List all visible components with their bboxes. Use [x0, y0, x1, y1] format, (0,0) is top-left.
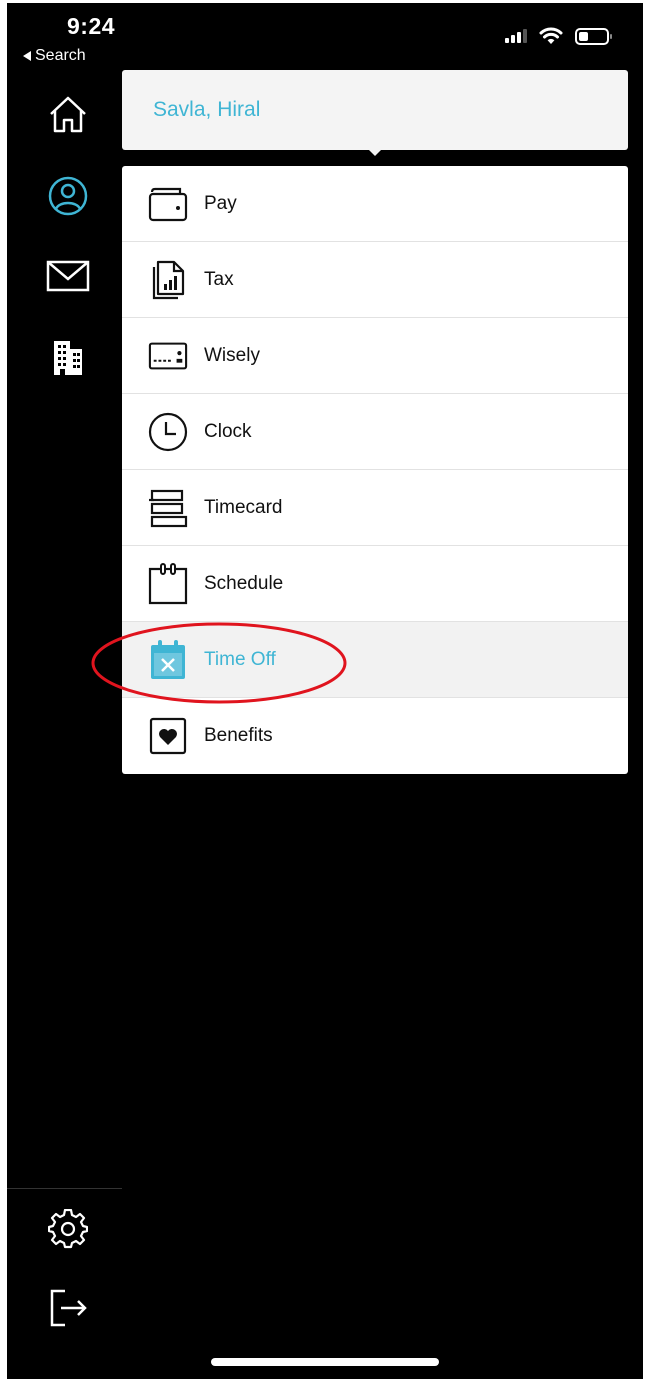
- annotation-ellipse: [91, 622, 347, 704]
- back-arrow-icon: [23, 51, 31, 61]
- menu-item-tax[interactable]: Tax: [122, 242, 628, 318]
- building-icon: [54, 341, 82, 375]
- battery-icon: [575, 27, 612, 45]
- menu-item-label: Tax: [204, 269, 234, 290]
- back-to-search-link[interactable]: Search: [23, 47, 86, 65]
- nav-profile-button[interactable]: [45, 173, 91, 219]
- wallet-icon: [148, 184, 188, 224]
- back-label: Search: [35, 47, 86, 64]
- app-screen: 9:24 Search Savla, Hiral Pay Tax Wisely …: [7, 3, 643, 1379]
- signal-icon: [505, 29, 527, 43]
- timecard-icon: [148, 488, 188, 528]
- nav-company-button[interactable]: [45, 333, 91, 379]
- menu-item-wisely[interactable]: Wisely: [122, 318, 628, 394]
- status-time: 9:24: [67, 13, 116, 39]
- menu-item-label: Benefits: [204, 725, 273, 746]
- menu-item-timecard[interactable]: Timecard: [122, 470, 628, 546]
- menu-item-label: Pay: [204, 193, 237, 214]
- tax-document-icon: [148, 260, 188, 300]
- menu-item-label: Schedule: [204, 573, 284, 594]
- card-icon: [148, 336, 188, 376]
- mail-icon: [46, 260, 90, 292]
- menu-item-schedule[interactable]: Schedule: [122, 546, 628, 622]
- menu-item-clock[interactable]: Clock: [122, 394, 628, 470]
- menu-item-pay[interactable]: Pay: [122, 166, 628, 242]
- wifi-icon: [539, 27, 563, 44]
- nav-logout-button[interactable]: [45, 1285, 91, 1331]
- home-icon: [50, 96, 86, 133]
- schedule-calendar-icon: [148, 563, 188, 605]
- sidebar-divider: [7, 1188, 122, 1189]
- benefits-heart-icon: [148, 716, 188, 756]
- menu-item-label: Timecard: [204, 497, 283, 518]
- logout-icon: [50, 1289, 87, 1327]
- home-indicator[interactable]: [211, 1358, 439, 1366]
- menu-item-label: Wisely: [204, 345, 260, 366]
- dropdown-caret: [366, 147, 384, 156]
- profile-icon: [48, 176, 88, 216]
- gear-icon: [48, 1209, 88, 1249]
- user-name: Savla, Hiral: [153, 98, 261, 121]
- nav-messages-button[interactable]: [45, 253, 91, 299]
- clock-icon: [148, 412, 188, 452]
- menu-item-benefits[interactable]: Benefits: [122, 698, 628, 774]
- nav-home-button[interactable]: [45, 91, 91, 137]
- menu-item-label: Clock: [204, 421, 252, 442]
- nav-settings-button[interactable]: [45, 1206, 91, 1252]
- status-icons: [505, 27, 612, 45]
